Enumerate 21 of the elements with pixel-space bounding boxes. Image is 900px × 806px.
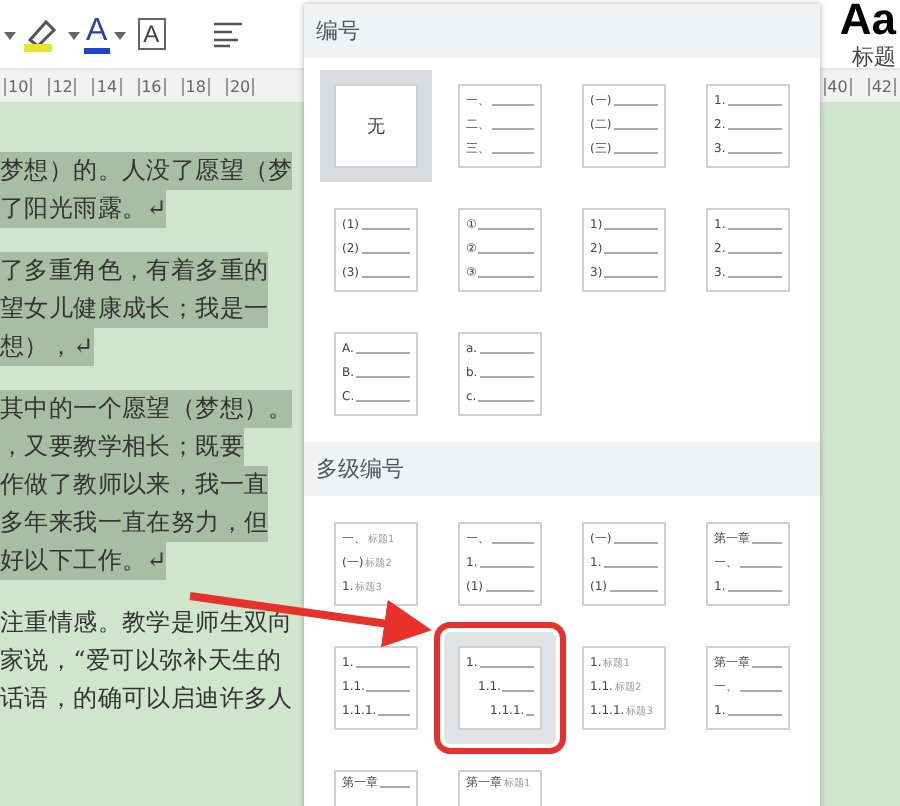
- section-title: 编号: [304, 4, 820, 58]
- paragraph-line: 注重情感。教学是师生双向: [0, 606, 293, 640]
- ruler-number: 14: [92, 77, 122, 95]
- paragraph-line: 家说，“爱可以弥补天生的: [0, 644, 282, 678]
- ruler-number: 16: [137, 77, 166, 95]
- section-title: 多级编号: [304, 442, 820, 496]
- align-icon[interactable]: [209, 20, 246, 48]
- style-name: 标题: [852, 41, 896, 71]
- ruler-number: 18: [181, 77, 210, 95]
- numbering-option[interactable]: 无: [320, 70, 432, 182]
- font-color-button[interactable]: A: [84, 15, 110, 53]
- style-preview[interactable]: Aa 标题: [839, 0, 900, 71]
- character-border-button[interactable]: A: [137, 18, 166, 50]
- paragraph-line: 话语，的确可以启迪许多人: [0, 682, 293, 716]
- ruler-number: 10: [4, 77, 33, 95]
- style-sample: Aa: [839, 0, 896, 41]
- ruler-number: 42: [867, 77, 896, 95]
- ruler-number: 12: [48, 77, 77, 95]
- option-label: 无: [367, 115, 385, 139]
- ruler-number: 20: [225, 77, 255, 95]
- ruler-number: 40: [823, 77, 852, 95]
